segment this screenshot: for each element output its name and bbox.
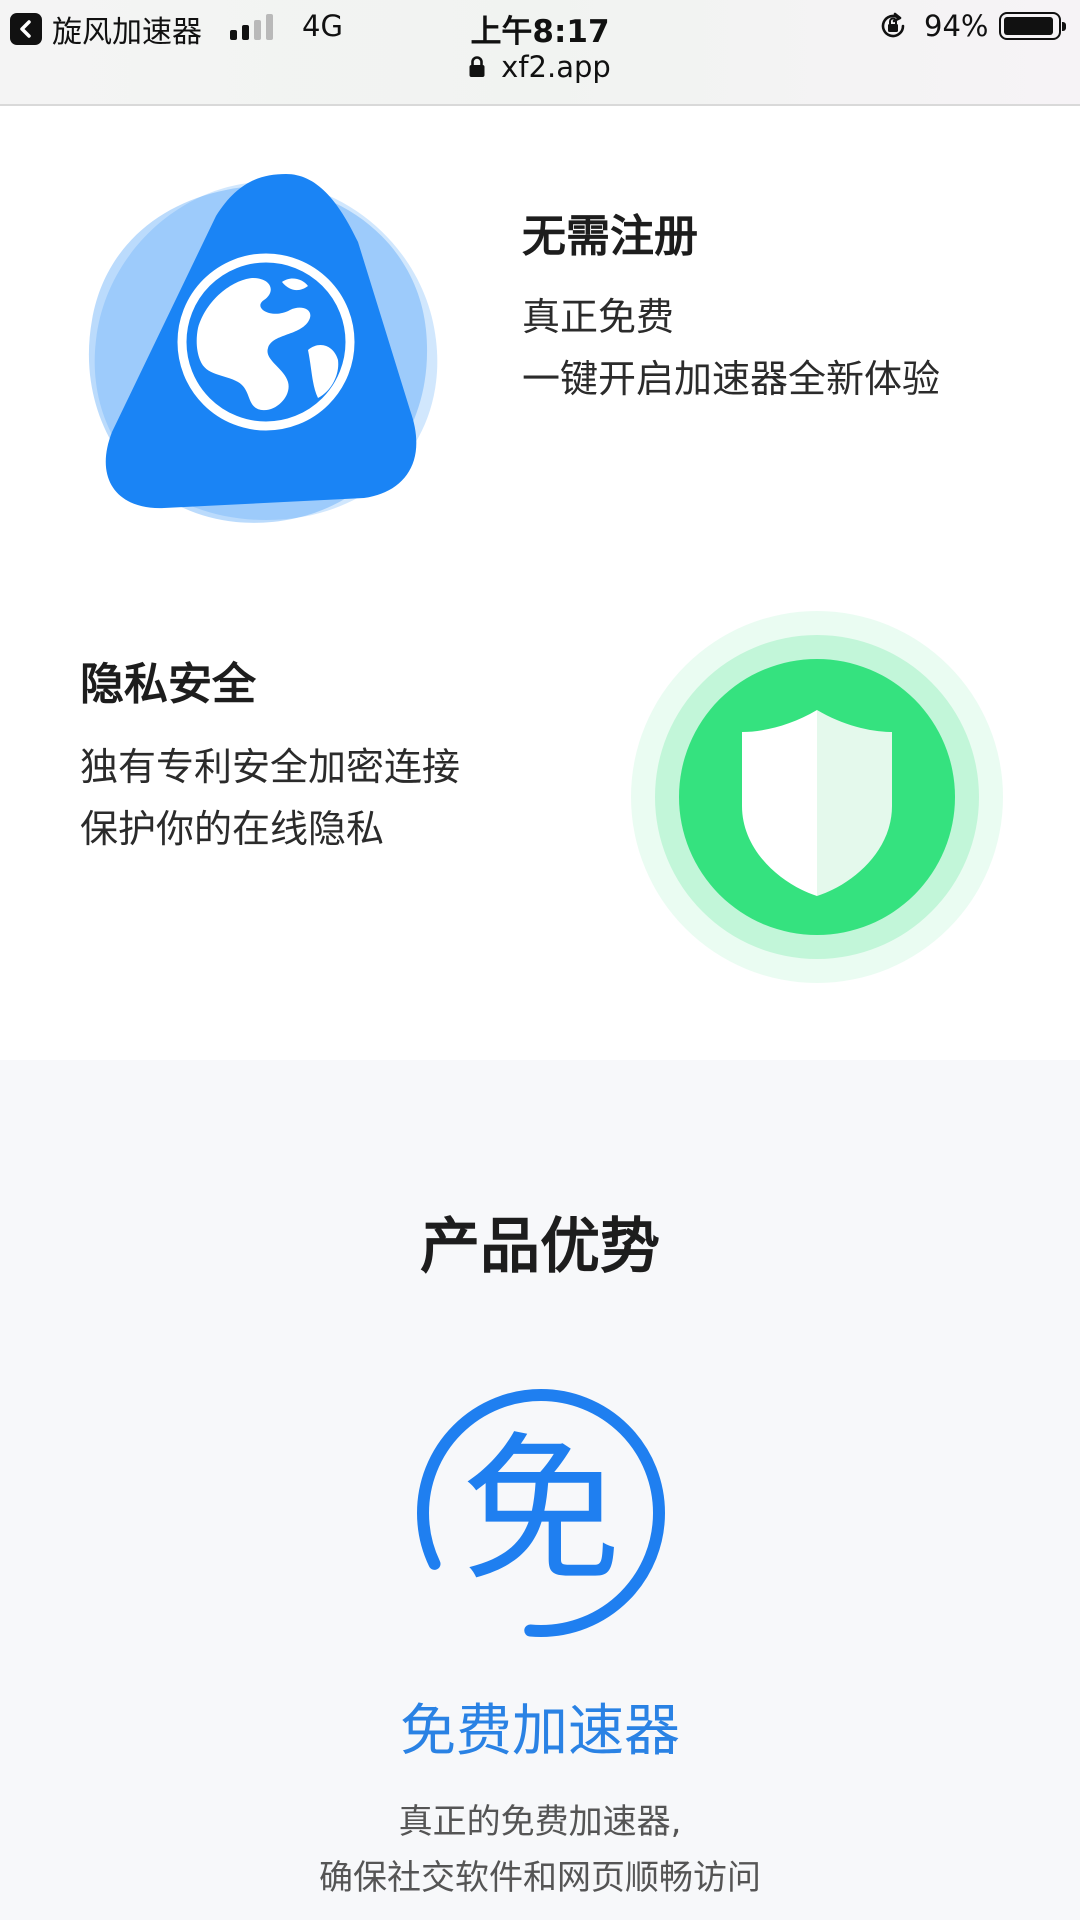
advantage-desc: 真正的免费加速器, 确保社交软件和网页顺畅访问 xyxy=(0,1794,1080,1906)
feature-desc-no-registration: 真正免费 一键开启加速器全新体验 xyxy=(522,286,940,410)
free-badge-char: 免 xyxy=(461,1417,621,1604)
feature-desc-line: 真正免费 xyxy=(522,295,675,339)
status-time: 上午8:17 xyxy=(470,14,610,50)
advantage-desc-line: 真正的免费加速器, xyxy=(398,1802,682,1842)
feature-title-no-registration: 无需注册 xyxy=(522,211,698,262)
globe-icon xyxy=(88,174,438,523)
advantage-title: 免费加速器 xyxy=(400,1699,680,1764)
address-bar[interactable]: xf2.app xyxy=(0,50,1080,84)
url-text: xf2.app xyxy=(501,50,611,84)
product-advantages-section: 产品优势 免 免费加速器 真正的免费加速器, 确保社交软件和网页顺畅访问 xyxy=(0,1060,1080,1920)
shield-icon xyxy=(631,611,1003,983)
feature-desc-line: 保护你的在线隐私 xyxy=(80,807,385,851)
battery-level-fill xyxy=(1004,17,1053,35)
feature-desc-privacy: 独有专利安全加密连接 保护你的在线隐私 xyxy=(80,736,460,860)
feature-desc-line: 独有专利安全加密连接 xyxy=(80,745,461,789)
feature-title-privacy: 隐私安全 xyxy=(80,659,256,710)
battery-percentage: 94% xyxy=(924,9,989,43)
feature-desc-line: 一键开启加速器全新体验 xyxy=(522,357,941,401)
advantage-desc-line: 确保社交软件和网页顺畅访问 xyxy=(319,1858,761,1898)
status-bar: 旋风加速器 4G 上午8:17 xf2.app 94% xyxy=(0,0,1080,106)
lock-icon xyxy=(469,56,485,78)
orientation-lock-icon xyxy=(881,12,905,38)
battery-icon xyxy=(999,12,1066,40)
free-badge-icon: 免 xyxy=(417,1389,665,1637)
section-heading: 产品优势 xyxy=(420,1212,660,1282)
